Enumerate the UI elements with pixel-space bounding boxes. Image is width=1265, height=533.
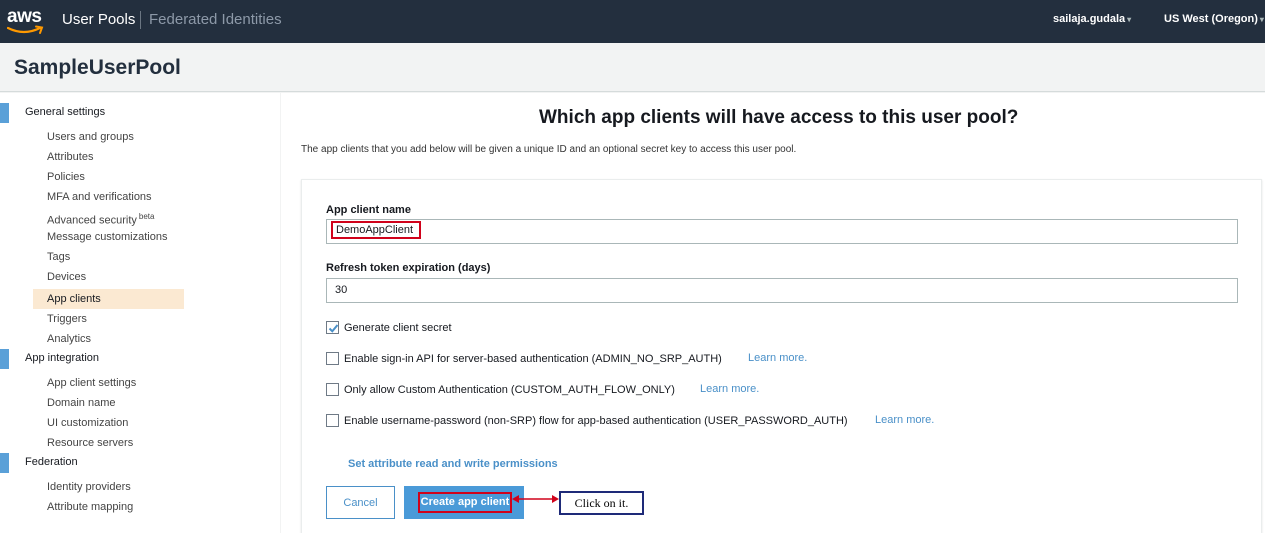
checkmark-icon bbox=[328, 324, 339, 333]
option-label: Enable username-password (non-SRP) flow … bbox=[344, 415, 848, 427]
option-label: Generate client secret bbox=[344, 322, 452, 334]
annotation-callout: Click on it. bbox=[559, 491, 644, 515]
sidebar-section-federation[interactable]: Federation bbox=[0, 453, 280, 473]
user-password-checkbox[interactable] bbox=[326, 414, 339, 427]
sidebar-item-mfa-and-verifications[interactable]: MFA and verifications bbox=[33, 187, 184, 207]
chevron-down-icon: ▾ bbox=[1259, 15, 1264, 24]
sidebar-item-tags[interactable]: Tags bbox=[33, 247, 184, 267]
sidebar-section-general-settings[interactable]: General settings bbox=[0, 103, 280, 123]
aws-logo[interactable]: aws bbox=[7, 6, 49, 36]
intro-text: The app clients that you add below will … bbox=[301, 144, 797, 155]
sidebar-item-app-clients[interactable]: App clients bbox=[33, 289, 184, 309]
page-heading: Which app clients will have access to th… bbox=[539, 107, 1019, 128]
sidebar-item-app-client-settings[interactable]: App client settings bbox=[33, 373, 184, 393]
nav-user-pools[interactable]: User Pools bbox=[62, 11, 135, 28]
sidebar-section-label: Federation bbox=[25, 456, 78, 468]
sidebar-item-triggers[interactable]: Triggers bbox=[33, 309, 184, 329]
client-name-input[interactable] bbox=[326, 219, 1238, 244]
sidebar-section-label: App integration bbox=[25, 352, 99, 364]
client-name-value: DemoAppClient bbox=[331, 221, 421, 239]
sidebar-item-attributes[interactable]: Attributes bbox=[33, 147, 184, 167]
option-label: Only allow Custom Authentication (CUSTOM… bbox=[344, 384, 675, 396]
refresh-token-input[interactable]: 30 bbox=[326, 278, 1238, 303]
aws-smile-icon bbox=[7, 25, 44, 34]
create-app-client-label: Create app client bbox=[418, 492, 512, 513]
section-marker bbox=[0, 103, 9, 123]
sidebar-item-analytics[interactable]: Analytics bbox=[33, 329, 184, 349]
sidebar-item-ui-customization[interactable]: UI customization bbox=[33, 413, 184, 433]
section-marker bbox=[0, 349, 9, 369]
client-name-label: App client name bbox=[326, 204, 411, 216]
custom-auth-checkbox[interactable] bbox=[326, 383, 339, 396]
sidebar-section-app-integration[interactable]: App integration bbox=[0, 349, 280, 369]
sidebar-item-message-customizations[interactable]: Message customizations bbox=[33, 227, 184, 247]
admin-no-srp-checkbox[interactable] bbox=[326, 352, 339, 365]
generate-secret-checkbox[interactable] bbox=[326, 321, 339, 334]
sidebar-item-domain-name[interactable]: Domain name bbox=[33, 393, 184, 413]
sidebar-item-attribute-mapping[interactable]: Attribute mapping bbox=[33, 497, 184, 517]
region-menu[interactable]: US West (Oregon) ▾ bbox=[1164, 13, 1264, 25]
sidebar-item-resource-servers[interactable]: Resource servers bbox=[33, 433, 184, 453]
refresh-token-label: Refresh token expiration (days) bbox=[326, 262, 491, 274]
sidebar-item-label: Advanced security bbox=[47, 214, 137, 227]
learn-more-link[interactable]: Learn more. bbox=[875, 414, 934, 426]
create-app-client-button[interactable]: Create app client bbox=[404, 486, 524, 519]
option-label: Enable sign-in API for server-based auth… bbox=[344, 353, 722, 365]
nav-federated-identities[interactable]: Federated Identities bbox=[149, 11, 282, 28]
user-menu[interactable]: sailaja.gudala ▾ bbox=[1053, 13, 1131, 25]
learn-more-link[interactable]: Learn more. bbox=[748, 352, 807, 364]
beta-badge: beta bbox=[138, 212, 155, 221]
sidebar-item-devices[interactable]: Devices bbox=[33, 267, 184, 287]
chevron-down-icon: ▾ bbox=[1127, 15, 1132, 24]
region-name: US West (Oregon) bbox=[1164, 13, 1258, 25]
sidebar-item-advanced-security[interactable]: Advanced security beta bbox=[33, 207, 184, 227]
sidebar-section-label: General settings bbox=[25, 106, 106, 118]
top-navigation-bar: aws User Pools Federated Identities sail… bbox=[0, 0, 1265, 43]
title-bar: SampleUserPool bbox=[0, 43, 1265, 92]
sidebar: General settings Users and groups Attrib… bbox=[0, 93, 280, 533]
sidebar-item-identity-providers[interactable]: Identity providers bbox=[33, 477, 184, 497]
user-name: sailaja.gudala bbox=[1053, 13, 1126, 25]
main-content: Which app clients will have access to th… bbox=[281, 93, 1265, 533]
page-title: SampleUserPool bbox=[14, 56, 181, 79]
sidebar-item-users-and-groups[interactable]: Users and groups bbox=[33, 127, 184, 147]
attribute-permissions-link[interactable]: Set attribute read and write permissions bbox=[348, 458, 558, 470]
app-client-form: App client name DemoAppClient Refresh to… bbox=[301, 179, 1262, 533]
section-marker bbox=[0, 453, 9, 473]
learn-more-link[interactable]: Learn more. bbox=[700, 383, 759, 395]
cancel-button[interactable]: Cancel bbox=[326, 486, 395, 519]
nav-divider bbox=[140, 11, 141, 29]
annotation-arrow-icon bbox=[512, 495, 559, 503]
sidebar-item-policies[interactable]: Policies bbox=[33, 167, 184, 187]
